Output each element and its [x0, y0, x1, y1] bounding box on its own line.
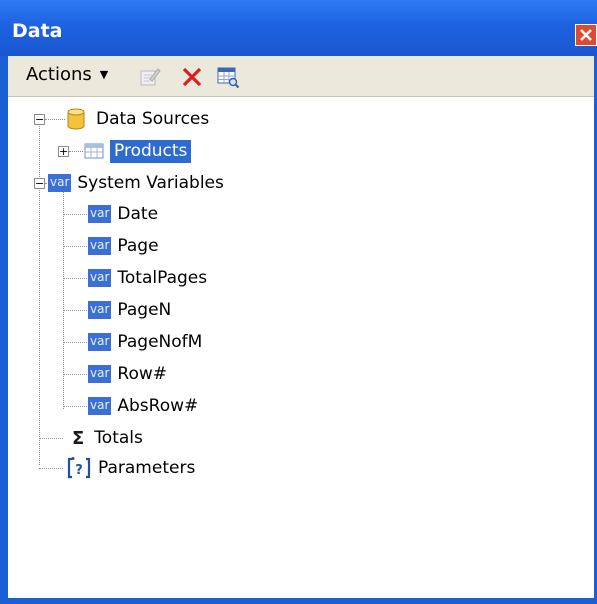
tree-node-label: Row# — [117, 364, 167, 384]
tree-node-label: PageNofM — [117, 332, 203, 352]
svg-text:?: ? — [75, 463, 83, 478]
tree-line — [63, 374, 87, 375]
table-icon — [84, 143, 104, 159]
title-bar[interactable]: Data — [0, 0, 597, 56]
tree-line — [63, 246, 87, 247]
collapse-data-sources-icon[interactable]: − — [34, 114, 45, 125]
data-tree: − + − Data Sources Products var System V… — [8, 96, 594, 598]
data-window: Data Actions ▼ − + − Data Sources Produc… — [0, 0, 597, 604]
tree-node-label: PageN — [117, 300, 172, 320]
variable-icon: var — [88, 269, 112, 287]
tree-line — [63, 214, 87, 215]
close-button[interactable] — [575, 24, 597, 46]
tree-node-label: Totals — [94, 428, 143, 448]
tree-line — [63, 192, 64, 409]
toolbar: Actions ▼ — [8, 56, 594, 97]
variable-icon: var — [88, 205, 112, 223]
tree-node-variable-pagen[interactable]: var PageN — [88, 297, 171, 323]
variable-icon: var — [88, 237, 112, 255]
tree-node-label: Parameters — [98, 458, 196, 478]
variable-icon: var — [88, 397, 112, 415]
variable-icon: var — [88, 333, 112, 351]
tree-node-label: Page — [117, 236, 159, 256]
variable-icon: var — [48, 174, 72, 192]
variable-icon: var — [88, 365, 112, 383]
tree-line — [69, 151, 83, 152]
tree-line — [63, 278, 87, 279]
close-icon — [580, 29, 592, 41]
dropdown-caret-icon: ▼ — [99, 68, 109, 81]
tree-line — [39, 438, 63, 439]
tree-line — [39, 119, 40, 465]
sigma-icon: Σ — [72, 427, 85, 449]
tree-line — [63, 342, 87, 343]
tree-node-variable-page[interactable]: var Page — [88, 233, 159, 259]
tree-node-data-sources[interactable]: Data Sources — [66, 106, 209, 132]
parameters-icon: ? — [67, 457, 91, 479]
tree-node-products[interactable]: Products — [84, 138, 192, 164]
tree-node-variable-date[interactable]: var Date — [88, 201, 158, 227]
variable-icon: var — [88, 301, 112, 319]
tree-node-totals[interactable]: Σ Totals — [64, 425, 143, 451]
database-icon — [67, 108, 85, 130]
actions-label: Actions — [26, 64, 92, 85]
tree-node-variable-totalpages[interactable]: var TotalPages — [88, 265, 207, 291]
tree-line — [63, 406, 87, 407]
tree-line — [63, 310, 87, 311]
delete-icon[interactable] — [180, 65, 204, 89]
tree-node-variable-absrow[interactable]: var AbsRow# — [88, 393, 198, 419]
collapse-system-variables-icon[interactable]: − — [34, 178, 45, 189]
window-title: Data — [12, 20, 63, 42]
edit-icon[interactable] — [138, 65, 162, 89]
tree-line — [39, 468, 63, 469]
tree-node-label: TotalPages — [117, 268, 208, 288]
tree-line — [45, 119, 65, 120]
view-data-icon[interactable] — [216, 65, 240, 89]
tree-node-label: Products — [110, 139, 192, 163]
expand-products-icon[interactable]: + — [58, 146, 69, 157]
tree-node-label: Data Sources — [96, 109, 210, 129]
actions-menu[interactable]: Actions ▼ — [26, 64, 108, 85]
tree-node-system-variables[interactable]: var System Variables — [48, 170, 224, 196]
tree-node-label: AbsRow# — [117, 396, 199, 416]
tree-node-variable-pagenofm[interactable]: var PageNofM — [88, 329, 202, 355]
tree-node-parameters[interactable]: ? Parameters — [64, 455, 195, 481]
tree-node-label: System Variables — [77, 173, 224, 193]
tree-node-label: Date — [117, 204, 159, 224]
tree-node-variable-row[interactable]: var Row# — [88, 361, 167, 387]
